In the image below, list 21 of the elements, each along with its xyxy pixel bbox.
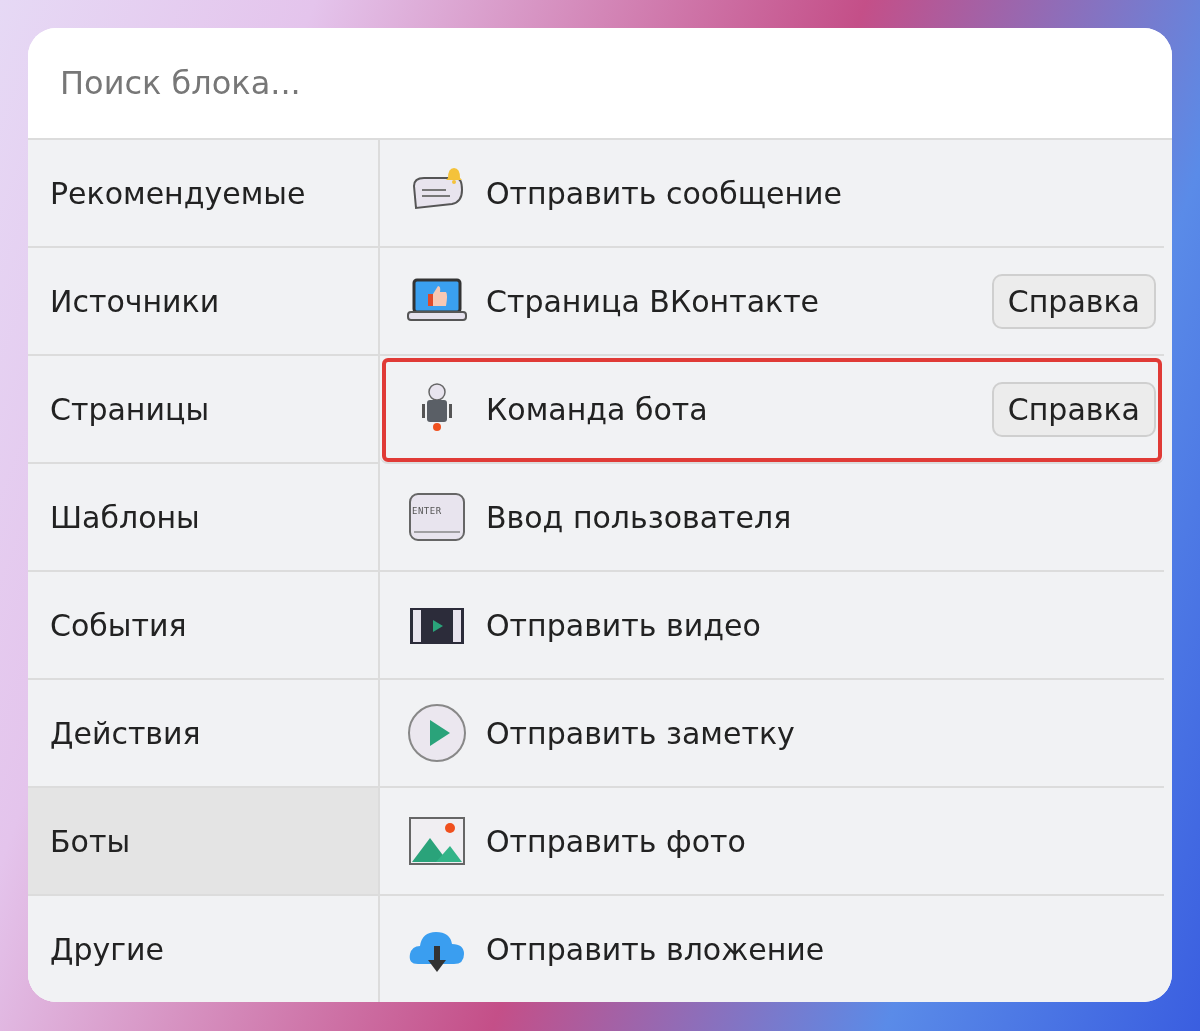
help-button[interactable]: Справка xyxy=(991,381,1156,437)
play-icon xyxy=(406,702,468,764)
block-label: Команда бота xyxy=(486,391,709,427)
block-label: Отправить видео xyxy=(486,607,762,643)
block-row[interactable]: Отправить заметку xyxy=(380,680,1164,788)
block-label: Отправить заметку xyxy=(486,715,796,751)
block-row[interactable]: Отправить вложение xyxy=(380,896,1164,1002)
highlighted-block-row[interactable]: Команда бота Справка xyxy=(380,356,1164,464)
block-label: Ввод пользователя xyxy=(486,499,793,535)
block-label: Отправить сообщение xyxy=(486,175,843,211)
block-row[interactable]: Отправить фото xyxy=(380,788,1164,896)
block-row[interactable]: ENTER Ввод пользователя xyxy=(380,464,1164,572)
block-row[interactable]: Страница ВКонтакте Справка xyxy=(380,248,1164,356)
block-label: Отправить вложение xyxy=(486,931,826,967)
search-field[interactable]: Поиск блока... xyxy=(28,28,1172,140)
block-label: Отправить фото xyxy=(486,823,747,859)
block-label: Страница ВКонтакте xyxy=(486,283,821,319)
category-item[interactable]: Боты xyxy=(28,788,378,896)
block-row[interactable]: Отправить сообщение xyxy=(380,140,1164,248)
block-row[interactable]: Отправить видео xyxy=(380,572,1164,680)
help-button[interactable]: Справка xyxy=(991,273,1156,329)
